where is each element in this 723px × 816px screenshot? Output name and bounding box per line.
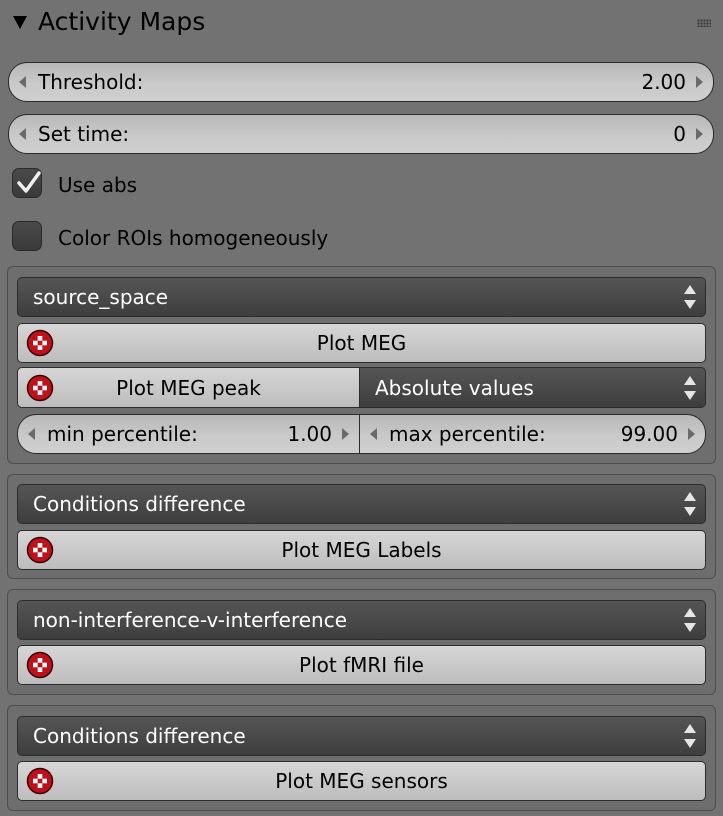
plot-meg-peak-label: Plot MEG peak (116, 375, 261, 400)
set-time-label: Set time: (38, 122, 130, 146)
render-checker-icon (26, 767, 54, 795)
render-checker-icon (26, 651, 54, 679)
increment-arrow-icon[interactable] (688, 428, 695, 440)
set-time-field[interactable]: Set time: 0 (8, 114, 714, 154)
min-percentile-field[interactable]: min percentile: 1.00 (17, 414, 360, 454)
increment-arrow-icon[interactable] (342, 428, 349, 440)
use-abs-checkbox[interactable] (12, 168, 42, 198)
up-down-arrows-icon (683, 375, 697, 400)
color-rois-label[interactable]: Color ROIs homogeneously (58, 223, 328, 253)
threshold-value: 2.00 (641, 70, 686, 94)
decrement-arrow-icon[interactable] (28, 428, 35, 440)
max-percentile-label: max percentile: (389, 422, 546, 446)
up-down-arrows-icon (683, 285, 697, 309)
plot-meg-sensors-button[interactable]: Plot MEG sensors (17, 761, 706, 801)
plot-meg-label: Plot MEG (316, 331, 407, 355)
render-checker-icon (26, 329, 54, 357)
increment-arrow-icon[interactable] (696, 128, 703, 140)
min-percentile-label: min percentile: (47, 422, 198, 446)
plot-fmri-file-button[interactable]: Plot fMRI file (17, 645, 706, 685)
plot-meg-peak-button[interactable]: Plot MEG peak (17, 367, 360, 408)
sensors-condition-dropdown-value: Conditions difference (33, 724, 246, 748)
labels-condition-dropdown-value: Conditions difference (33, 492, 246, 516)
max-percentile-value: 99.00 (620, 422, 678, 446)
up-down-arrows-icon (683, 608, 697, 632)
decrement-arrow-icon[interactable] (370, 428, 377, 440)
threshold-field[interactable]: Threshold: 2.00 (8, 62, 714, 102)
set-time-value: 0 (673, 122, 686, 146)
source-space-dropdown-value: source_space (33, 285, 169, 309)
decrement-arrow-icon[interactable] (19, 76, 26, 88)
fmri-contrast-dropdown[interactable]: non-interference-v-interference (17, 600, 706, 640)
fmri-contrast-dropdown-value: non-interference-v-interference (33, 608, 348, 632)
sensors-condition-dropdown[interactable]: Conditions difference (17, 716, 706, 756)
plot-meg-labels-button[interactable]: Plot MEG Labels (17, 530, 706, 570)
decrement-arrow-icon[interactable] (19, 128, 26, 140)
increment-arrow-icon[interactable] (696, 76, 703, 88)
values-mode-dropdown[interactable]: Absolute values (359, 367, 706, 408)
up-down-arrows-icon (683, 724, 697, 748)
threshold-label: Threshold: (38, 70, 144, 94)
checkmark-icon (17, 171, 41, 193)
drag-grip-icon[interactable] (697, 19, 711, 27)
render-checker-icon (26, 374, 54, 402)
panel-title[interactable]: Activity Maps (38, 4, 205, 40)
color-rois-checkbox[interactable] (12, 221, 42, 251)
use-abs-label[interactable]: Use abs (58, 170, 137, 200)
source-space-dropdown[interactable]: source_space (17, 277, 706, 317)
collapse-triangle-icon[interactable] (12, 11, 28, 29)
plot-meg-sensors-label: Plot MEG sensors (275, 769, 448, 793)
render-checker-icon (26, 536, 54, 564)
plot-meg-labels-label: Plot MEG Labels (281, 538, 442, 562)
max-percentile-field[interactable]: max percentile: 99.00 (359, 414, 706, 454)
up-down-arrows-icon (683, 492, 697, 516)
labels-condition-dropdown[interactable]: Conditions difference (17, 484, 706, 524)
plot-fmri-file-label: Plot fMRI file (299, 653, 424, 677)
values-mode-dropdown-value: Absolute values (375, 375, 534, 400)
min-percentile-value: 1.00 (287, 422, 332, 446)
plot-meg-button[interactable]: Plot MEG (17, 323, 706, 363)
